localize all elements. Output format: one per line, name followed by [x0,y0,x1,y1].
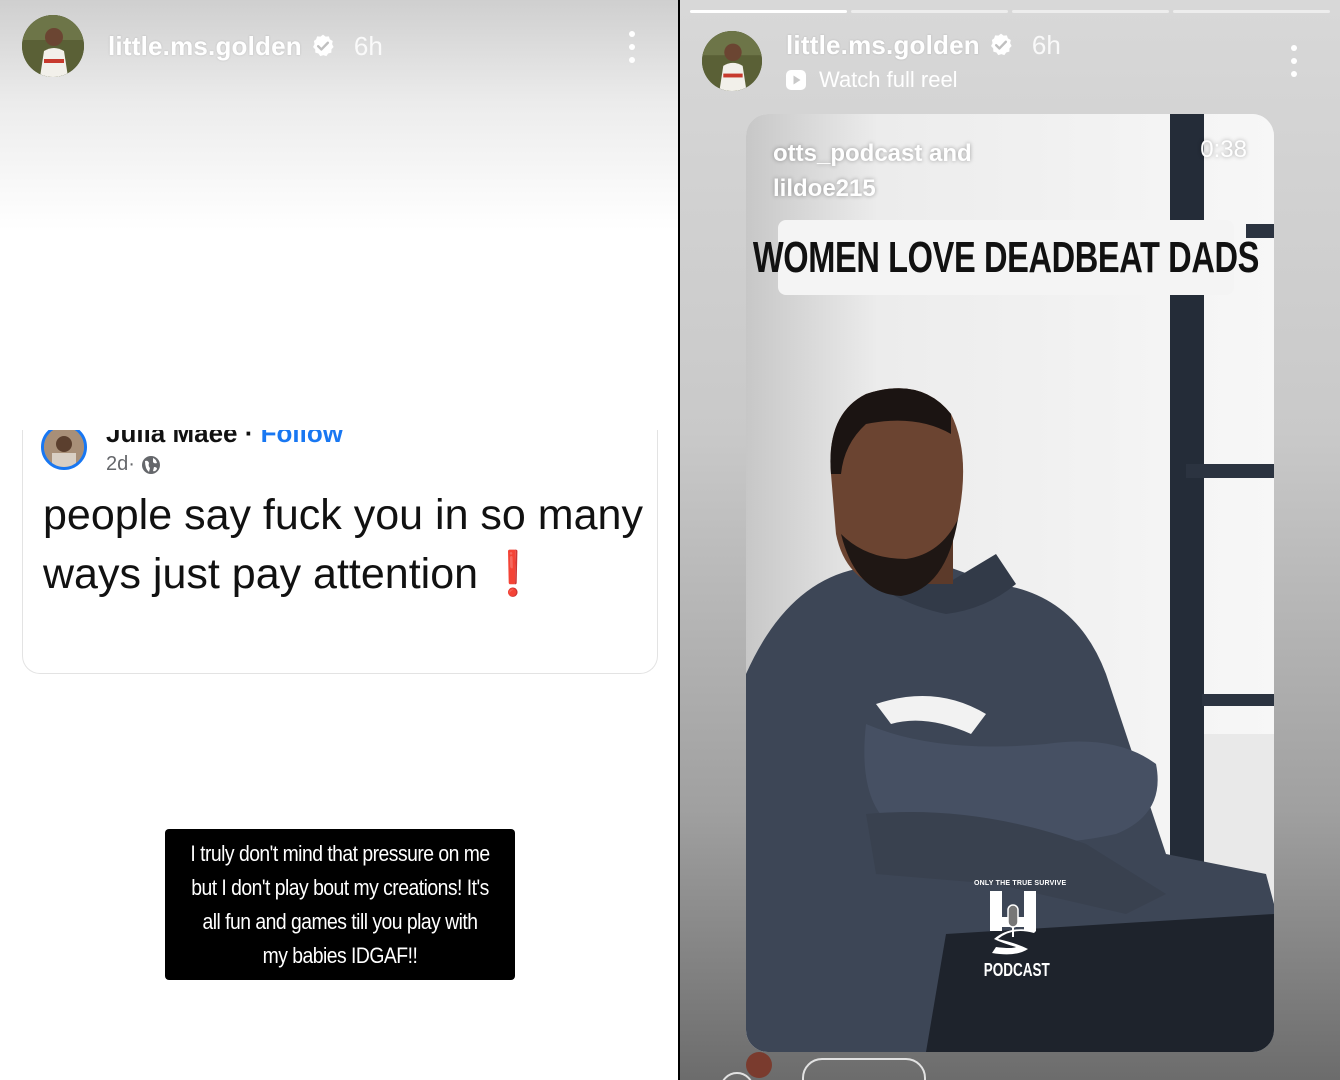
reel-title: WOMEN LOVE DEADBEAT DADS [752,232,1260,282]
profile-avatar[interactable] [702,31,762,91]
avatar-image [702,31,762,91]
microphone-icon [990,891,1036,955]
reel-preview[interactable]: otts_podcast and lildoe215 0:38 WOMEN LO… [746,114,1274,1052]
reply-input-pill[interactable] [802,1058,926,1080]
reel-duration: 0:38 [1200,136,1247,163]
facebook-post-meta: 2d · [106,453,161,476]
story-time: 6h [353,30,383,61]
verified-badge-icon [990,33,1012,56]
progress-segment [851,10,1008,13]
progress-segment [690,10,847,13]
verified-badge-icon [312,34,334,57]
podcast-logo: ONLY THE TRUE SURVIVE PODCAST [974,880,1067,981]
podcast-logo-tagline: ONLY THE TRUE SURVIVE [974,880,1067,887]
facebook-post-text: people say fuck you in so many ways just… [43,491,643,598]
facebook-author-avatar [41,430,87,470]
right-story-panel[interactable]: little.ms.golden 6h Watch full reel otts… [680,0,1340,1080]
podcast-logo-label: PODCAST [983,960,1050,980]
story-caption-text: I truly don't mind that pressure on me b… [190,840,490,968]
watch-full-reel-label: Watch full reel [819,67,958,92]
progress-segment [1173,10,1330,13]
story-header: little.ms.golden 6h [22,15,383,77]
reel-title-banner: WOMEN LOVE DEADBEAT DADS [753,220,1259,295]
reply-avatar [746,1052,772,1078]
progress-segment [1012,10,1169,13]
facebook-author-name[interactable]: Julia Maee [106,430,238,448]
facebook-post-card: Julia Maee · Follow 2d · people say fuck… [22,430,658,674]
profile-avatar[interactable] [22,15,84,77]
play-icon [786,70,806,90]
author-separator: · [237,430,261,448]
story-username[interactable]: little.ms.golden [786,30,980,61]
left-story-panel[interactable]: little.ms.golden 6h Julia Maee · Follow … [0,0,678,1080]
reel-author[interactable]: otts_podcast and lildoe215 [773,136,1033,206]
more-options-icon[interactable] [629,31,637,70]
story-caption: I truly don't mind that pressure on me b… [165,829,515,980]
story-progress-bars [690,10,1330,13]
story-username[interactable]: little.ms.golden [108,31,302,62]
meta-separator: · [128,453,135,475]
watch-full-reel-link[interactable]: Watch full reel [785,67,958,93]
facebook-author-line: Julia Maee · Follow [106,430,343,449]
globe-icon [141,455,160,474]
facebook-avatar-image [44,430,84,467]
story-time: 6h [1031,29,1061,60]
follow-link[interactable]: Follow [261,430,343,448]
exclamation-emoji: ❗ [486,550,540,598]
more-options-icon[interactable] [1291,45,1299,84]
post-age: 2d [106,453,129,475]
facebook-post-text-block: people say fuck you in so many ways just… [43,486,643,604]
avatar-image [22,15,84,77]
